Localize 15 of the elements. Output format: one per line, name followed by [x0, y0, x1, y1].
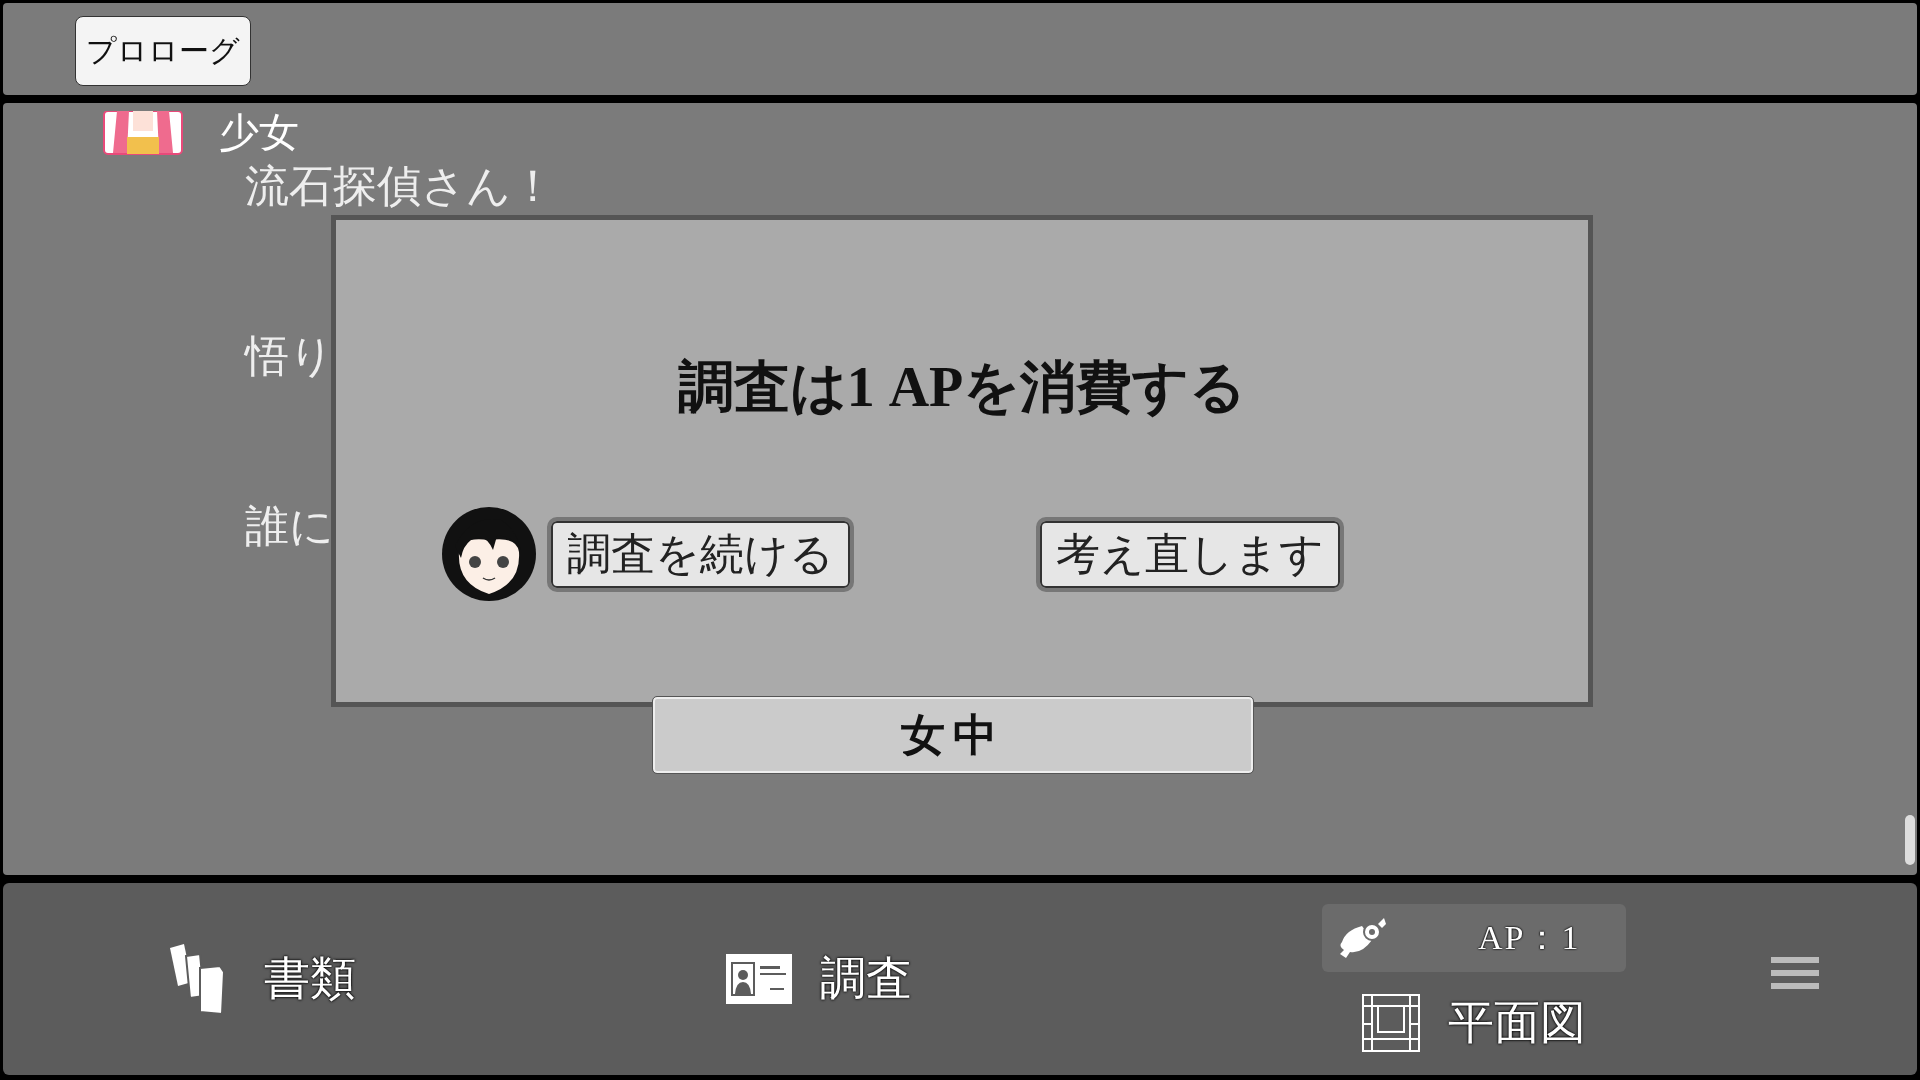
investigate-tab[interactable]: 調査 — [726, 948, 912, 1010]
documents-tab[interactable]: 書類 — [168, 942, 356, 1016]
ap-counter: AP：1 — [1478, 918, 1581, 958]
scrollbar-thumb[interactable] — [1905, 815, 1915, 865]
message-text: 悟り — [245, 332, 334, 382]
floor-plan-tab[interactable]: 平面図 — [1362, 992, 1586, 1054]
choice-button[interactable]: 女中 — [653, 697, 1253, 773]
menu-icon[interactable] — [1771, 956, 1819, 992]
message-text: 誰に — [245, 502, 334, 552]
speaker-name: 少女 — [219, 109, 299, 157]
floor-plan-icon — [1362, 994, 1420, 1052]
dialog-title: 調査は1 APを消費する — [677, 355, 1247, 420]
message-text: 流石探偵さん！ — [245, 162, 555, 212]
chapter-button[interactable]: プロローグ — [75, 16, 251, 86]
id-card-icon — [726, 954, 792, 1004]
